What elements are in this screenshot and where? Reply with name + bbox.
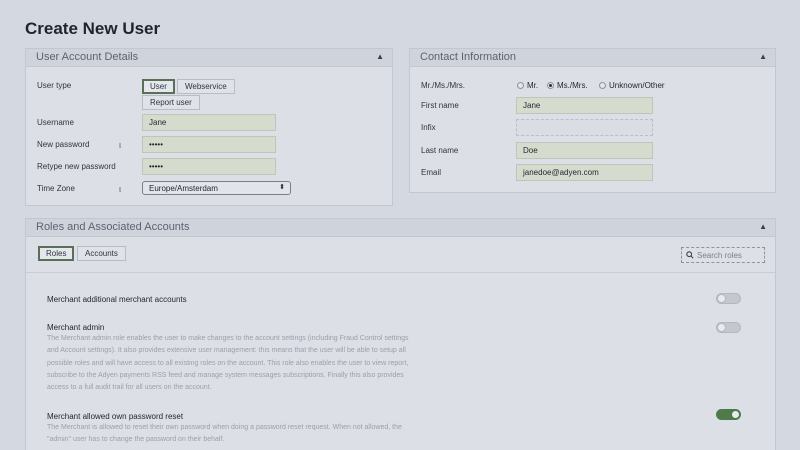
radio-dot — [599, 82, 606, 89]
user-account-header[interactable]: User Account Details ▲ — [26, 49, 392, 67]
role-title: Merchant additional merchant accounts — [47, 295, 187, 304]
salutation-label: Mr./Ms./Mrs. — [421, 81, 465, 90]
first-name-label: First name — [421, 101, 459, 110]
role-title: Merchant admin — [47, 323, 105, 332]
user-type-user-button[interactable]: User — [142, 79, 175, 94]
toggle-knob — [731, 410, 740, 419]
roles-header[interactable]: Roles and Associated Accounts ▲ — [26, 219, 775, 237]
salutation-ms-label: Ms./Mrs. — [557, 81, 588, 90]
role-toggle[interactable] — [716, 322, 741, 333]
role-description-line: The Merchant admin role enables the user… — [47, 335, 409, 342]
salutation-mr-label: Mr. — [527, 81, 539, 90]
role-description: The Merchant is allowed to reset their o… — [47, 422, 437, 447]
role-toggle-on[interactable] — [716, 409, 741, 420]
salutation-ms-radio[interactable]: Ms./Mrs. — [547, 81, 588, 90]
infix-label: Infix — [421, 123, 436, 132]
salutation-other-radio[interactable]: Unknown/Other — [599, 81, 665, 90]
user-type-label: User type — [37, 81, 72, 90]
retype-password-field[interactable]: ••••• — [142, 158, 276, 175]
roles-divider — [26, 272, 775, 273]
salutation-other-label: Unknown/Other — [609, 81, 665, 90]
email-field[interactable]: janedoe@adyen.com — [516, 164, 653, 181]
infix-field[interactable] — [516, 119, 653, 136]
updown-arrows-icon: ⬍ — [279, 184, 285, 191]
user-account-heading: User Account Details — [36, 51, 139, 63]
role-description-line: possible roles and will have access to a… — [47, 359, 409, 367]
info-icon[interactable]: ι — [119, 140, 121, 150]
user-type-report-user-button[interactable]: Report user — [142, 95, 200, 110]
timezone-label: Time Zone — [37, 184, 75, 193]
email-label: Email — [421, 168, 442, 177]
search-roles-input[interactable]: Search roles — [681, 247, 765, 263]
search-placeholder: Search roles — [697, 250, 742, 260]
role-description-line: access to a full audit trail for all use… — [47, 384, 212, 392]
toggle-knob — [717, 323, 726, 332]
role-description-line: The Merchant is allowed to reset their o… — [47, 424, 402, 431]
username-label: Username — [37, 118, 74, 127]
caret-up-icon[interactable]: ▲ — [759, 52, 767, 61]
search-icon — [686, 251, 694, 259]
roles-heading: Roles and Associated Accounts — [36, 221, 190, 233]
timezone-value: Europe/Amsterdam — [149, 184, 218, 193]
radio-dot — [517, 82, 524, 89]
new-password-field[interactable]: ••••• — [142, 136, 276, 153]
timezone-select[interactable]: Europe/Amsterdam ⬍ — [142, 181, 291, 195]
toggle-knob — [717, 294, 726, 303]
tab-accounts[interactable]: Accounts — [77, 246, 126, 261]
contact-info-header[interactable]: Contact Information ▲ — [410, 49, 775, 67]
last-name-label: Last name — [421, 146, 459, 155]
role-description: The Merchant admin role enables the user… — [47, 333, 437, 394]
salutation-mr-radio[interactable]: Mr. — [517, 81, 538, 90]
new-password-label: New password — [37, 140, 90, 149]
last-name-field[interactable]: Doe — [516, 142, 653, 159]
first-name-field[interactable]: Jane — [516, 97, 653, 114]
tab-roles[interactable]: Roles — [38, 246, 75, 261]
username-field[interactable]: Jane — [142, 114, 276, 131]
role-description-line: "admin" user has to change the password … — [47, 436, 225, 444]
caret-up-icon[interactable]: ▲ — [759, 222, 767, 231]
role-toggle[interactable] — [716, 293, 741, 304]
retype-password-label: Retype new password — [37, 162, 116, 171]
caret-up-icon[interactable]: ▲ — [376, 52, 384, 61]
page-title: Create New User — [25, 19, 161, 38]
role-title: Merchant allowed own password reset — [47, 412, 184, 421]
role-description-line: subscribe to the Adyen payments RSS feed… — [47, 371, 404, 379]
radio-dot-selected — [547, 82, 554, 89]
info-icon[interactable]: ι — [119, 184, 121, 194]
user-type-webservice-button[interactable]: Webservice — [177, 79, 235, 94]
role-description-line: and Account settings). It also provides … — [47, 347, 406, 355]
contact-info-heading: Contact Information — [420, 51, 516, 63]
